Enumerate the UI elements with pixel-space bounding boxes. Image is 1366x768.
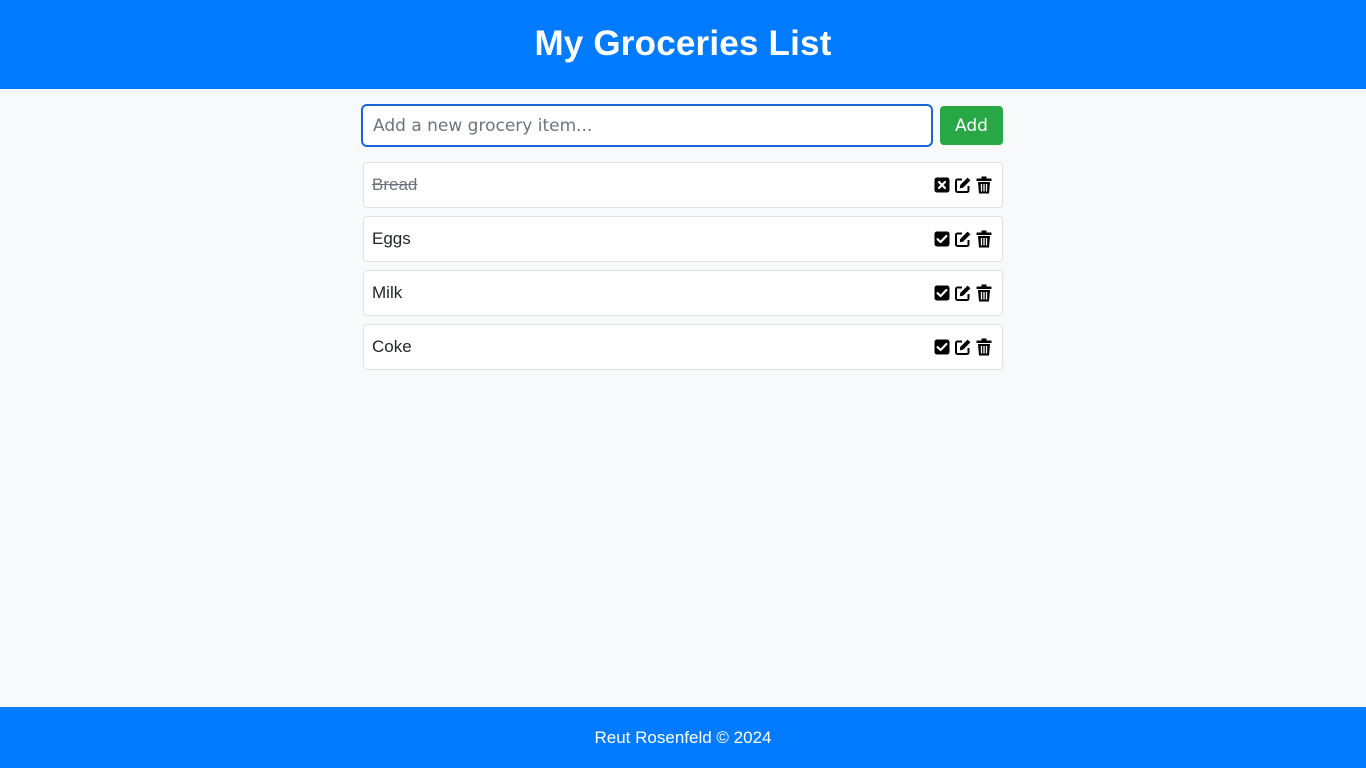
item-actions bbox=[931, 175, 994, 195]
grocery-item: Eggs bbox=[363, 216, 1003, 262]
check-square-icon[interactable] bbox=[932, 229, 952, 249]
edit-icon[interactable] bbox=[953, 175, 973, 195]
grocery-item: Bread bbox=[363, 162, 1003, 208]
page-title: My Groceries List bbox=[534, 23, 832, 63]
item-actions bbox=[931, 337, 994, 357]
app-header: My Groceries List bbox=[0, 0, 1366, 89]
trash-icon[interactable] bbox=[974, 283, 994, 303]
trash-icon[interactable] bbox=[974, 337, 994, 357]
add-button[interactable]: Add bbox=[940, 106, 1003, 145]
grocery-item-label: Eggs bbox=[372, 229, 411, 248]
footer-copyright: Reut Rosenfeld © 2024 bbox=[594, 727, 772, 747]
grocery-item: Milk bbox=[363, 270, 1003, 316]
edit-icon[interactable] bbox=[953, 337, 973, 357]
trash-icon[interactable] bbox=[974, 229, 994, 249]
item-actions bbox=[931, 283, 994, 303]
edit-icon[interactable] bbox=[953, 283, 973, 303]
grocery-item-label: Milk bbox=[372, 283, 403, 302]
grocery-item-label: Bread bbox=[372, 175, 418, 194]
check-square-icon[interactable] bbox=[932, 337, 952, 357]
new-item-input[interactable] bbox=[361, 104, 933, 147]
check-square-icon[interactable] bbox=[932, 283, 952, 303]
grocery-item-label: Coke bbox=[372, 337, 412, 356]
item-actions bbox=[931, 229, 994, 249]
grocery-item: Coke bbox=[363, 324, 1003, 370]
main-content: Add Bread Eggs Milk bbox=[361, 104, 1003, 378]
trash-icon[interactable] bbox=[974, 175, 994, 195]
grocery-list: Bread Eggs Milk Coke bbox=[363, 162, 1003, 370]
app-footer: Reut Rosenfeld © 2024 bbox=[0, 707, 1366, 768]
x-square-icon[interactable] bbox=[932, 175, 952, 195]
add-item-form: Add bbox=[361, 104, 1003, 147]
edit-icon[interactable] bbox=[953, 229, 973, 249]
app-page: My Groceries List Add Bread Eggs bbox=[0, 0, 1366, 768]
